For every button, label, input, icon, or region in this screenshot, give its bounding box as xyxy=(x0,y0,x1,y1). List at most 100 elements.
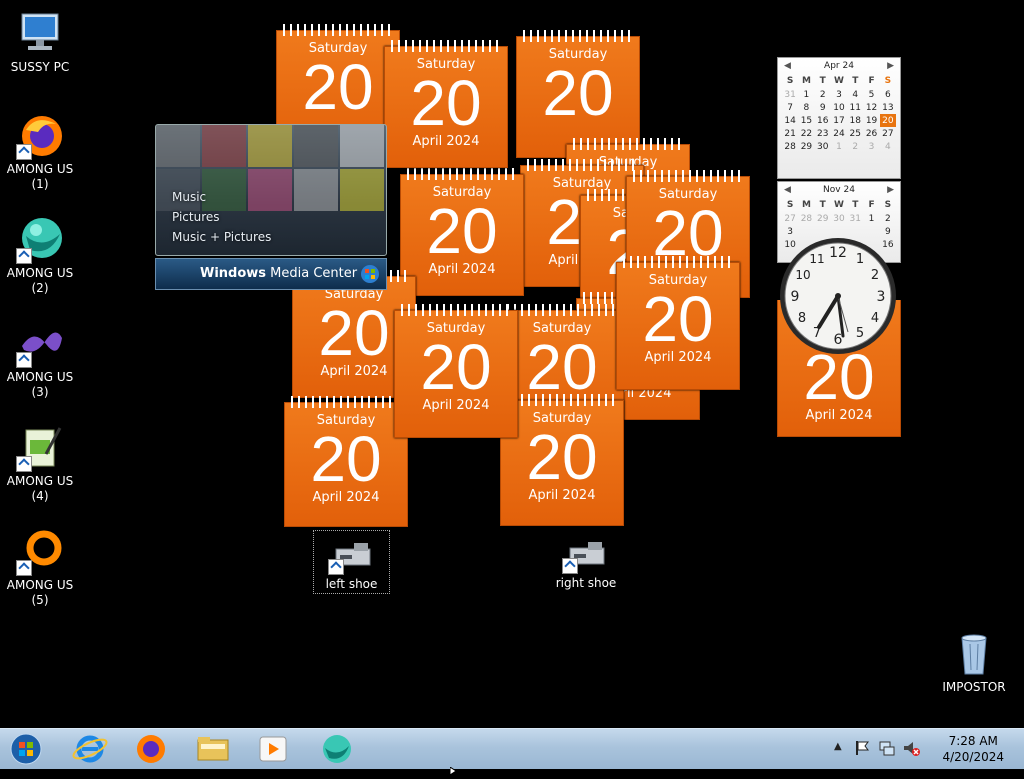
day-cell[interactable]: 28 xyxy=(798,212,814,225)
taskbar-clock[interactable]: 7:28 AM 4/20/2024 xyxy=(942,733,1004,765)
desktop-icon-among-us-5[interactable]: AMONG US (5) xyxy=(0,528,80,608)
media-menu-pictures[interactable]: Pictures xyxy=(172,207,271,227)
day-cell[interactable]: 17 xyxy=(831,114,847,127)
show-hidden-icons-icon[interactable]: ▲ xyxy=(834,741,842,752)
desktop-icon-impostor[interactable]: IMPOSTOR xyxy=(934,630,1014,695)
weekday-label: S xyxy=(786,76,794,86)
internet-explorer-icon[interactable] xyxy=(68,732,112,766)
day-cell[interactable]: 1 xyxy=(863,212,879,225)
calendar-gadget[interactable]: Saturday20April 2024 xyxy=(284,396,408,527)
day-cell[interactable]: 18 xyxy=(847,114,863,127)
shortcut-arrow-icon xyxy=(562,558,578,574)
day-cell[interactable]: 29 xyxy=(815,212,831,225)
day-cell[interactable]: 4 xyxy=(880,140,896,153)
day-cell[interactable]: 30 xyxy=(831,212,847,225)
day-cell[interactable]: 14 xyxy=(782,114,798,127)
today-cell[interactable]: 20 xyxy=(879,114,896,127)
day-cell[interactable]: 31 xyxy=(782,88,798,101)
day-cell[interactable]: 27 xyxy=(782,212,798,225)
day-cell[interactable]: 21 xyxy=(782,127,798,140)
clock-numeral: 12 xyxy=(829,245,847,261)
day-cell[interactable]: 1 xyxy=(798,88,814,101)
day-cell[interactable]: 19 xyxy=(863,114,879,127)
calendar-date: 20 xyxy=(642,283,714,355)
file-explorer-icon[interactable] xyxy=(191,732,235,766)
day-cell[interactable]: 6 xyxy=(880,88,896,101)
day-cell[interactable]: 24 xyxy=(831,127,847,140)
prev-month-icon[interactable]: ◀ xyxy=(784,182,791,198)
calendar-month-year: April 2024 xyxy=(805,408,873,423)
media-player-icon[interactable] xyxy=(251,732,295,766)
weekday-label: M xyxy=(801,200,811,210)
day-cell[interactable]: 30 xyxy=(815,140,831,153)
next-month-icon[interactable]: ▶ xyxy=(887,182,894,198)
month-label: Nov 24 xyxy=(823,185,855,195)
day-cell[interactable]: 31 xyxy=(847,212,863,225)
day-cell[interactable]: 10 xyxy=(831,101,847,114)
day-cell[interactable]: 3 xyxy=(831,88,847,101)
clock-gadget[interactable]: 12 1 2 3 4 5 6 7 8 9 10 11 xyxy=(778,236,898,356)
day-cell[interactable]: 8 xyxy=(798,101,814,114)
media-center-title-bar[interactable]: Windows Media Center xyxy=(155,258,387,290)
desktop-icon-among-us-3[interactable]: AMONG US (3) xyxy=(0,320,80,400)
firefox-icon[interactable] xyxy=(129,732,173,766)
desktop-icon-among-us-1[interactable]: AMONG US (1) xyxy=(0,112,80,192)
day-cell[interactable]: 16 xyxy=(815,114,831,127)
day-cell[interactable]: 25 xyxy=(847,127,863,140)
weekday-label: S xyxy=(786,200,794,210)
media-center-title-bold: Windows xyxy=(200,266,267,281)
taskbar: ▲ 7:28 AM 4/20/2024 xyxy=(0,728,1024,769)
network-icon[interactable] xyxy=(878,739,896,761)
day-cell[interactable]: 12 xyxy=(863,101,879,114)
day-cell[interactable]: 2 xyxy=(880,212,896,225)
media-center-gadget[interactable]: Music Pictures Music + Pictures xyxy=(155,124,387,256)
calendar-date: 20 xyxy=(426,195,498,267)
day-cell[interactable]: 11 xyxy=(847,101,863,114)
system-tray: ▲ 7:28 AM 4/20/2024 xyxy=(834,729,1024,769)
desktop-icon-sussy-pc[interactable]: SUSSY PC xyxy=(0,10,80,75)
day-cell[interactable]: 26 xyxy=(863,127,879,140)
day-cell[interactable]: 9 xyxy=(815,101,831,114)
calendar-gadget[interactable]: Saturday20April 2024 xyxy=(400,168,524,296)
month-calendar-gadget[interactable]: ◀ Apr 24 ▶ S M T W T F S 31 1 2 3 4 5 6 7 … xyxy=(777,57,901,179)
prev-month-icon[interactable]: ◀ xyxy=(784,58,791,74)
next-month-icon[interactable]: ▶ xyxy=(887,58,894,74)
action-center-flag-icon[interactable] xyxy=(854,739,870,761)
day-cell[interactable]: 15 xyxy=(798,114,814,127)
media-menu-music[interactable]: Music xyxy=(172,187,271,207)
day-cell[interactable]: 4 xyxy=(847,88,863,101)
day-cell[interactable]: 1 xyxy=(831,140,847,153)
day-cell[interactable]: 7 xyxy=(782,101,798,114)
visual-studio-icon xyxy=(16,320,64,368)
day-cell[interactable]: 3 xyxy=(863,140,879,153)
start-orb-icon[interactable] xyxy=(4,732,48,766)
day-cell[interactable]: 5 xyxy=(863,88,879,101)
day-cell[interactable]: 29 xyxy=(798,140,814,153)
weekday-label: T xyxy=(852,200,859,210)
globe-icon[interactable] xyxy=(315,732,359,766)
weekday-label: M xyxy=(801,76,811,86)
day-cell[interactable]: 13 xyxy=(880,101,896,114)
media-menu-music-pictures[interactable]: Music + Pictures xyxy=(172,227,271,247)
calendar-gadget[interactable]: Saturday20April 2024 xyxy=(384,40,508,168)
computer-icon xyxy=(16,10,64,58)
desktop-icon-among-us-4[interactable]: AMONG US (4) xyxy=(0,424,80,504)
day-cell[interactable]: 2 xyxy=(847,140,863,153)
desktop-icon-left-shoe[interactable]: left shoe xyxy=(313,530,390,594)
calendar-gadget[interactable]: Saturday20April 2024 xyxy=(616,256,740,390)
day-cell[interactable]: 28 xyxy=(782,140,798,153)
desktop-icon-label: AMONG US (4) xyxy=(6,474,74,503)
clock-numeral: 9 xyxy=(791,289,800,305)
desktop-icon-right-shoe[interactable]: right shoe xyxy=(546,530,626,591)
month-grid: S M T W T F S 31 1 2 3 4 5 6 7 8 9 10 11… xyxy=(782,74,896,153)
calendar-month-year: April 2024 xyxy=(428,262,496,277)
desktop-icon-among-us-2[interactable]: AMONG US (2) xyxy=(0,216,80,296)
day-cell[interactable]: 27 xyxy=(880,127,896,140)
calendar-gadget[interactable]: Saturday20April 2024 xyxy=(500,394,624,526)
day-cell[interactable]: 2 xyxy=(815,88,831,101)
day-cell[interactable]: 23 xyxy=(815,127,831,140)
day-cell[interactable]: 22 xyxy=(798,127,814,140)
calendar-month-year: April 2024 xyxy=(528,488,596,503)
calendar-gadget[interactable]: Saturday20April 2024 xyxy=(394,304,518,438)
volume-muted-icon[interactable] xyxy=(902,739,920,761)
